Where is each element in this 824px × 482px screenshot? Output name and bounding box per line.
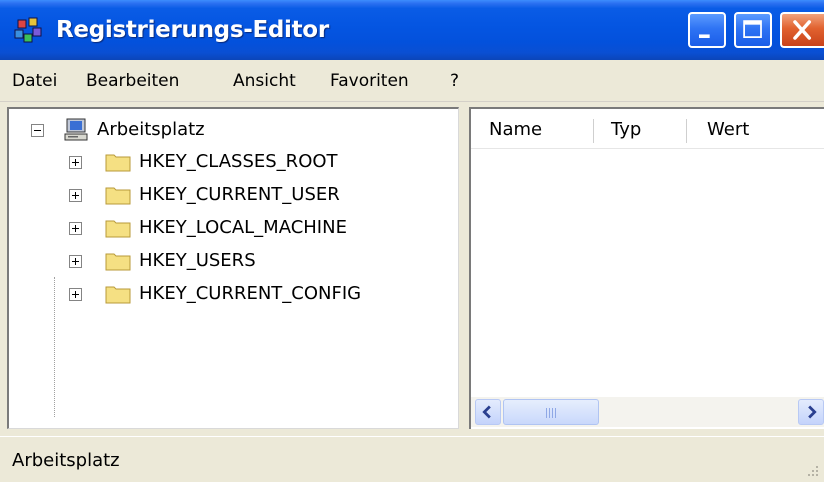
close-icon bbox=[793, 20, 812, 40]
horizontal-scrollbar[interactable] bbox=[471, 397, 824, 427]
tree-label-root: Arbeitsplatz bbox=[97, 119, 205, 140]
expand-toggle[interactable] bbox=[69, 255, 82, 268]
menu-bar: Datei Bearbeiten Ansicht Favoriten ? bbox=[0, 60, 824, 102]
folder-icon bbox=[105, 286, 131, 304]
tree-pane[interactable]: Arbeitsplatz HKEY_CLASSES_ROOT HKEY_CURR… bbox=[7, 107, 459, 429]
maximize-icon bbox=[743, 20, 762, 38]
folder-icon bbox=[105, 253, 131, 271]
window-title: Registrierungs-Editor bbox=[56, 17, 329, 43]
list-header: Name Typ Wert bbox=[471, 109, 824, 149]
status-text: Arbeitsplatz bbox=[12, 450, 120, 471]
tree-item-hkey-current-config[interactable]: HKEY_CURRENT_CONFIG bbox=[69, 279, 429, 309]
tree-label: HKEY_CURRENT_USER bbox=[139, 184, 340, 205]
chevron-right-icon bbox=[808, 405, 817, 419]
tree-item-root[interactable]: Arbeitsplatz bbox=[31, 115, 331, 145]
tree-label: HKEY_CURRENT_CONFIG bbox=[139, 283, 362, 304]
grip-icon bbox=[546, 408, 558, 418]
collapse-toggle[interactable] bbox=[31, 124, 44, 137]
column-header-wert[interactable]: Wert bbox=[707, 116, 749, 144]
menu-bearbeiten[interactable]: Bearbeiten bbox=[86, 69, 179, 93]
expand-toggle[interactable] bbox=[69, 156, 82, 169]
maximize-button[interactable] bbox=[734, 12, 772, 48]
scroll-right-button[interactable] bbox=[798, 399, 824, 425]
column-divider[interactable] bbox=[593, 119, 594, 143]
computer-icon bbox=[64, 118, 88, 141]
tree-label: HKEY_USERS bbox=[139, 250, 256, 271]
minimize-button[interactable] bbox=[688, 12, 726, 48]
chevron-left-icon bbox=[482, 405, 491, 419]
tree-connector bbox=[54, 277, 55, 417]
title-bar[interactable]: Registrierungs-Editor bbox=[0, 0, 824, 60]
tree-item-hkey-local-machine[interactable]: HKEY_LOCAL_MACHINE bbox=[69, 213, 429, 243]
expand-toggle[interactable] bbox=[69, 222, 82, 235]
menu-favoriten[interactable]: Favoriten bbox=[330, 69, 409, 93]
folder-icon bbox=[105, 154, 131, 172]
tree-item-hkey-current-user[interactable]: HKEY_CURRENT_USER bbox=[69, 180, 429, 210]
expand-toggle[interactable] bbox=[69, 189, 82, 202]
tree-item-hkey-users[interactable]: HKEY_USERS bbox=[69, 246, 429, 276]
folder-icon bbox=[105, 187, 131, 205]
tree-label: HKEY_LOCAL_MACHINE bbox=[139, 217, 347, 238]
tree-item-hkey-classes-root[interactable]: HKEY_CLASSES_ROOT bbox=[69, 147, 429, 177]
menu-help[interactable]: ? bbox=[450, 69, 459, 93]
pane-splitter[interactable] bbox=[459, 107, 469, 429]
scrollbar-thumb[interactable] bbox=[503, 399, 599, 425]
registry-editor-icon bbox=[14, 17, 42, 43]
column-divider[interactable] bbox=[686, 119, 687, 143]
menu-datei[interactable]: Datei bbox=[12, 69, 57, 93]
resize-grip-icon[interactable] bbox=[804, 462, 820, 478]
minimize-icon bbox=[699, 34, 710, 38]
expand-toggle[interactable] bbox=[69, 288, 82, 301]
menu-ansicht[interactable]: Ansicht bbox=[233, 69, 296, 93]
status-bar: Arbeitsplatz bbox=[0, 436, 824, 482]
column-header-typ[interactable]: Typ bbox=[611, 116, 641, 144]
tree-label: HKEY_CLASSES_ROOT bbox=[139, 151, 338, 172]
scroll-left-button[interactable] bbox=[475, 399, 501, 425]
close-button[interactable] bbox=[780, 12, 824, 48]
column-header-name[interactable]: Name bbox=[489, 116, 542, 144]
folder-icon bbox=[105, 220, 131, 238]
values-list-pane[interactable]: Name Typ Wert bbox=[469, 107, 824, 429]
registry-editor-window: Registrierungs-Editor Datei Bearbeiten A… bbox=[0, 0, 824, 482]
